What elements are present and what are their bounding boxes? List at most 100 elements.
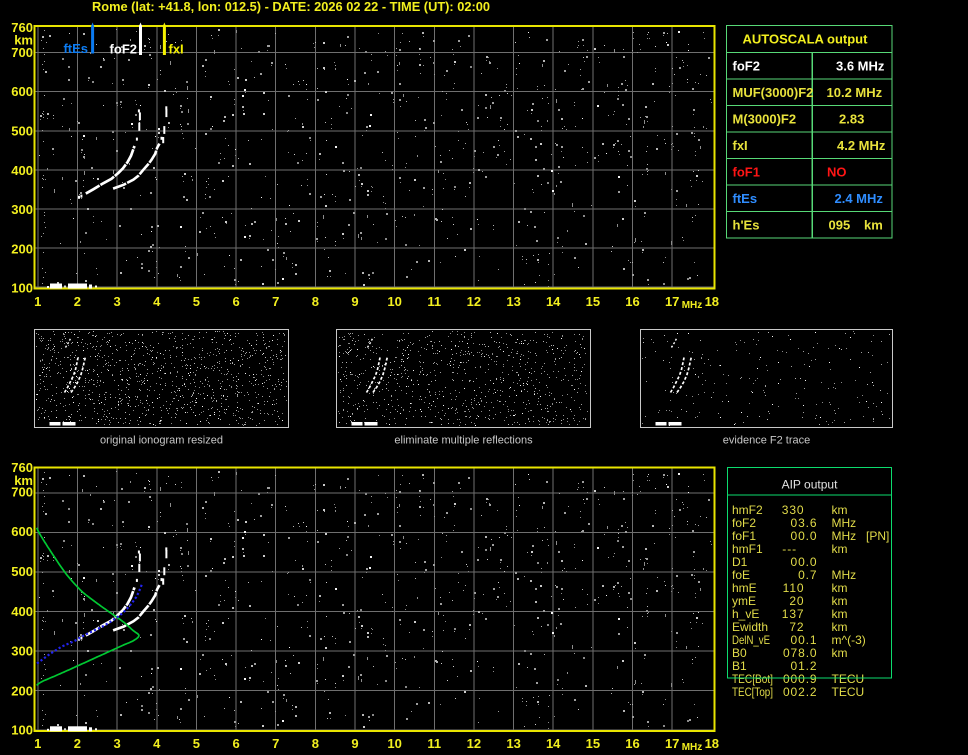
svg-text:km: km — [832, 542, 848, 556]
svg-text:TECU: TECU — [832, 685, 865, 699]
svg-text:km: km — [832, 646, 848, 660]
svg-text:h_vE: h_vE — [732, 607, 759, 621]
svg-text:9: 9 — [351, 736, 358, 751]
svg-text:km: km — [832, 607, 848, 621]
svg-text:D1: D1 — [732, 555, 748, 569]
svg-text:1: 1 — [34, 736, 41, 751]
svg-text:DelN_vE: DelN_vE — [732, 633, 770, 647]
svg-text:00.0: 00.0 — [791, 555, 818, 569]
svg-text:330: 330 — [782, 503, 805, 517]
svg-text:13: 13 — [506, 294, 520, 309]
svg-text:5: 5 — [193, 736, 200, 751]
svg-text:12: 12 — [467, 736, 481, 751]
svg-text:Ewidth: Ewidth — [732, 620, 768, 634]
svg-text:002.2: 002.2 — [783, 685, 818, 699]
svg-text:01.2: 01.2 — [791, 659, 818, 673]
svg-text:original ionogram resized: original ionogram resized — [100, 435, 223, 447]
svg-text:foF1: foF1 — [732, 529, 756, 543]
svg-text:10: 10 — [387, 736, 401, 751]
svg-text:100: 100 — [11, 281, 33, 296]
svg-text:2.4 MHz: 2.4 MHz — [835, 191, 884, 206]
svg-text:72: 72 — [789, 620, 804, 634]
svg-text:MHz: MHz — [682, 742, 703, 753]
svg-text:MHz: MHz — [832, 516, 857, 530]
svg-text:17: 17 — [665, 736, 679, 751]
svg-text:h'Es: h'Es — [733, 217, 760, 232]
svg-text:km: km — [832, 594, 848, 608]
svg-text:hmE: hmE — [732, 581, 757, 595]
svg-text:---: --- — [782, 542, 797, 556]
svg-text:14: 14 — [546, 294, 561, 309]
svg-text:eliminate multiple reflections: eliminate multiple reflections — [394, 435, 533, 447]
svg-text:400: 400 — [11, 604, 33, 619]
svg-text:6: 6 — [232, 294, 239, 309]
svg-text:NO: NO — [827, 164, 847, 179]
svg-text:500: 500 — [11, 564, 33, 579]
svg-text:km: km — [832, 503, 848, 517]
svg-text:18: 18 — [705, 294, 719, 309]
svg-text:M(3000)F2: M(3000)F2 — [733, 111, 797, 126]
svg-text:4: 4 — [153, 736, 161, 751]
svg-text:12: 12 — [467, 294, 481, 309]
svg-text:3: 3 — [113, 294, 120, 309]
svg-text:2: 2 — [74, 294, 81, 309]
svg-text:hmF1: hmF1 — [732, 542, 763, 556]
svg-text:TECU: TECU — [832, 672, 865, 686]
svg-text:4: 4 — [153, 294, 161, 309]
svg-text:10: 10 — [387, 294, 401, 309]
svg-text:200: 200 — [11, 241, 33, 256]
svg-text:km: km — [832, 620, 848, 634]
svg-text:MHz: MHz — [832, 529, 857, 543]
svg-text:foF1: foF1 — [733, 164, 760, 179]
svg-text:m^(-3): m^(-3) — [832, 633, 866, 647]
svg-text:ftEs: ftEs — [733, 191, 758, 206]
svg-text:B0: B0 — [732, 646, 747, 660]
svg-text:ymE: ymE — [732, 594, 756, 608]
svg-text:700: 700 — [11, 484, 33, 499]
svg-text:AIP output: AIP output — [782, 478, 838, 492]
svg-text:20: 20 — [789, 594, 804, 608]
svg-text:400: 400 — [11, 163, 33, 178]
svg-text:14: 14 — [546, 736, 561, 751]
svg-text:18: 18 — [705, 736, 719, 751]
svg-text:10.2 MHz: 10.2 MHz — [827, 85, 883, 100]
svg-text:foF2: foF2 — [733, 58, 760, 73]
svg-text:MHz: MHz — [832, 568, 857, 582]
svg-text:11: 11 — [427, 294, 441, 309]
svg-text:km: km — [864, 217, 883, 232]
svg-text:6: 6 — [232, 736, 239, 751]
svg-text:ftEs: ftEs — [63, 41, 88, 56]
svg-text:078.0: 078.0 — [783, 646, 818, 660]
svg-text:17: 17 — [665, 294, 679, 309]
svg-text:15: 15 — [586, 294, 600, 309]
svg-text:03.6: 03.6 — [791, 516, 818, 530]
svg-text:B1: B1 — [732, 659, 747, 673]
svg-text:3.6 MHz: 3.6 MHz — [836, 58, 885, 73]
svg-text:5: 5 — [193, 294, 200, 309]
svg-text:16: 16 — [625, 736, 639, 751]
svg-text:095: 095 — [829, 217, 851, 232]
svg-text:100: 100 — [11, 723, 33, 738]
svg-text:7: 7 — [272, 736, 279, 751]
svg-text:3: 3 — [113, 736, 120, 751]
svg-text:4.2 MHz: 4.2 MHz — [837, 138, 886, 153]
svg-text:7: 7 — [272, 294, 279, 309]
svg-text:300: 300 — [11, 644, 33, 659]
svg-text:700: 700 — [11, 45, 33, 60]
svg-text:[PN]: [PN] — [866, 529, 889, 543]
svg-text:TEC[Top]: TEC[Top] — [732, 685, 773, 699]
svg-text:137: 137 — [782, 607, 805, 621]
svg-text:evidence F2 trace: evidence F2 trace — [723, 435, 810, 447]
svg-text:200: 200 — [11, 683, 33, 698]
svg-text:8: 8 — [312, 736, 319, 751]
svg-text:TEC[Bot]: TEC[Bot] — [732, 672, 773, 686]
svg-text:hmF2: hmF2 — [732, 503, 763, 517]
svg-text:16: 16 — [625, 294, 639, 309]
svg-text:foE: foE — [732, 568, 750, 582]
svg-text:Rome (lat: +41.8, lon: 012.5): Rome (lat: +41.8, lon: 012.5) - DATE: 20… — [92, 0, 490, 14]
svg-text:00.0: 00.0 — [791, 529, 818, 543]
svg-text:MHz: MHz — [682, 300, 703, 311]
svg-text:300: 300 — [11, 202, 33, 217]
svg-text:15: 15 — [586, 736, 600, 751]
svg-text:AUTOSCALA output: AUTOSCALA output — [743, 32, 869, 47]
